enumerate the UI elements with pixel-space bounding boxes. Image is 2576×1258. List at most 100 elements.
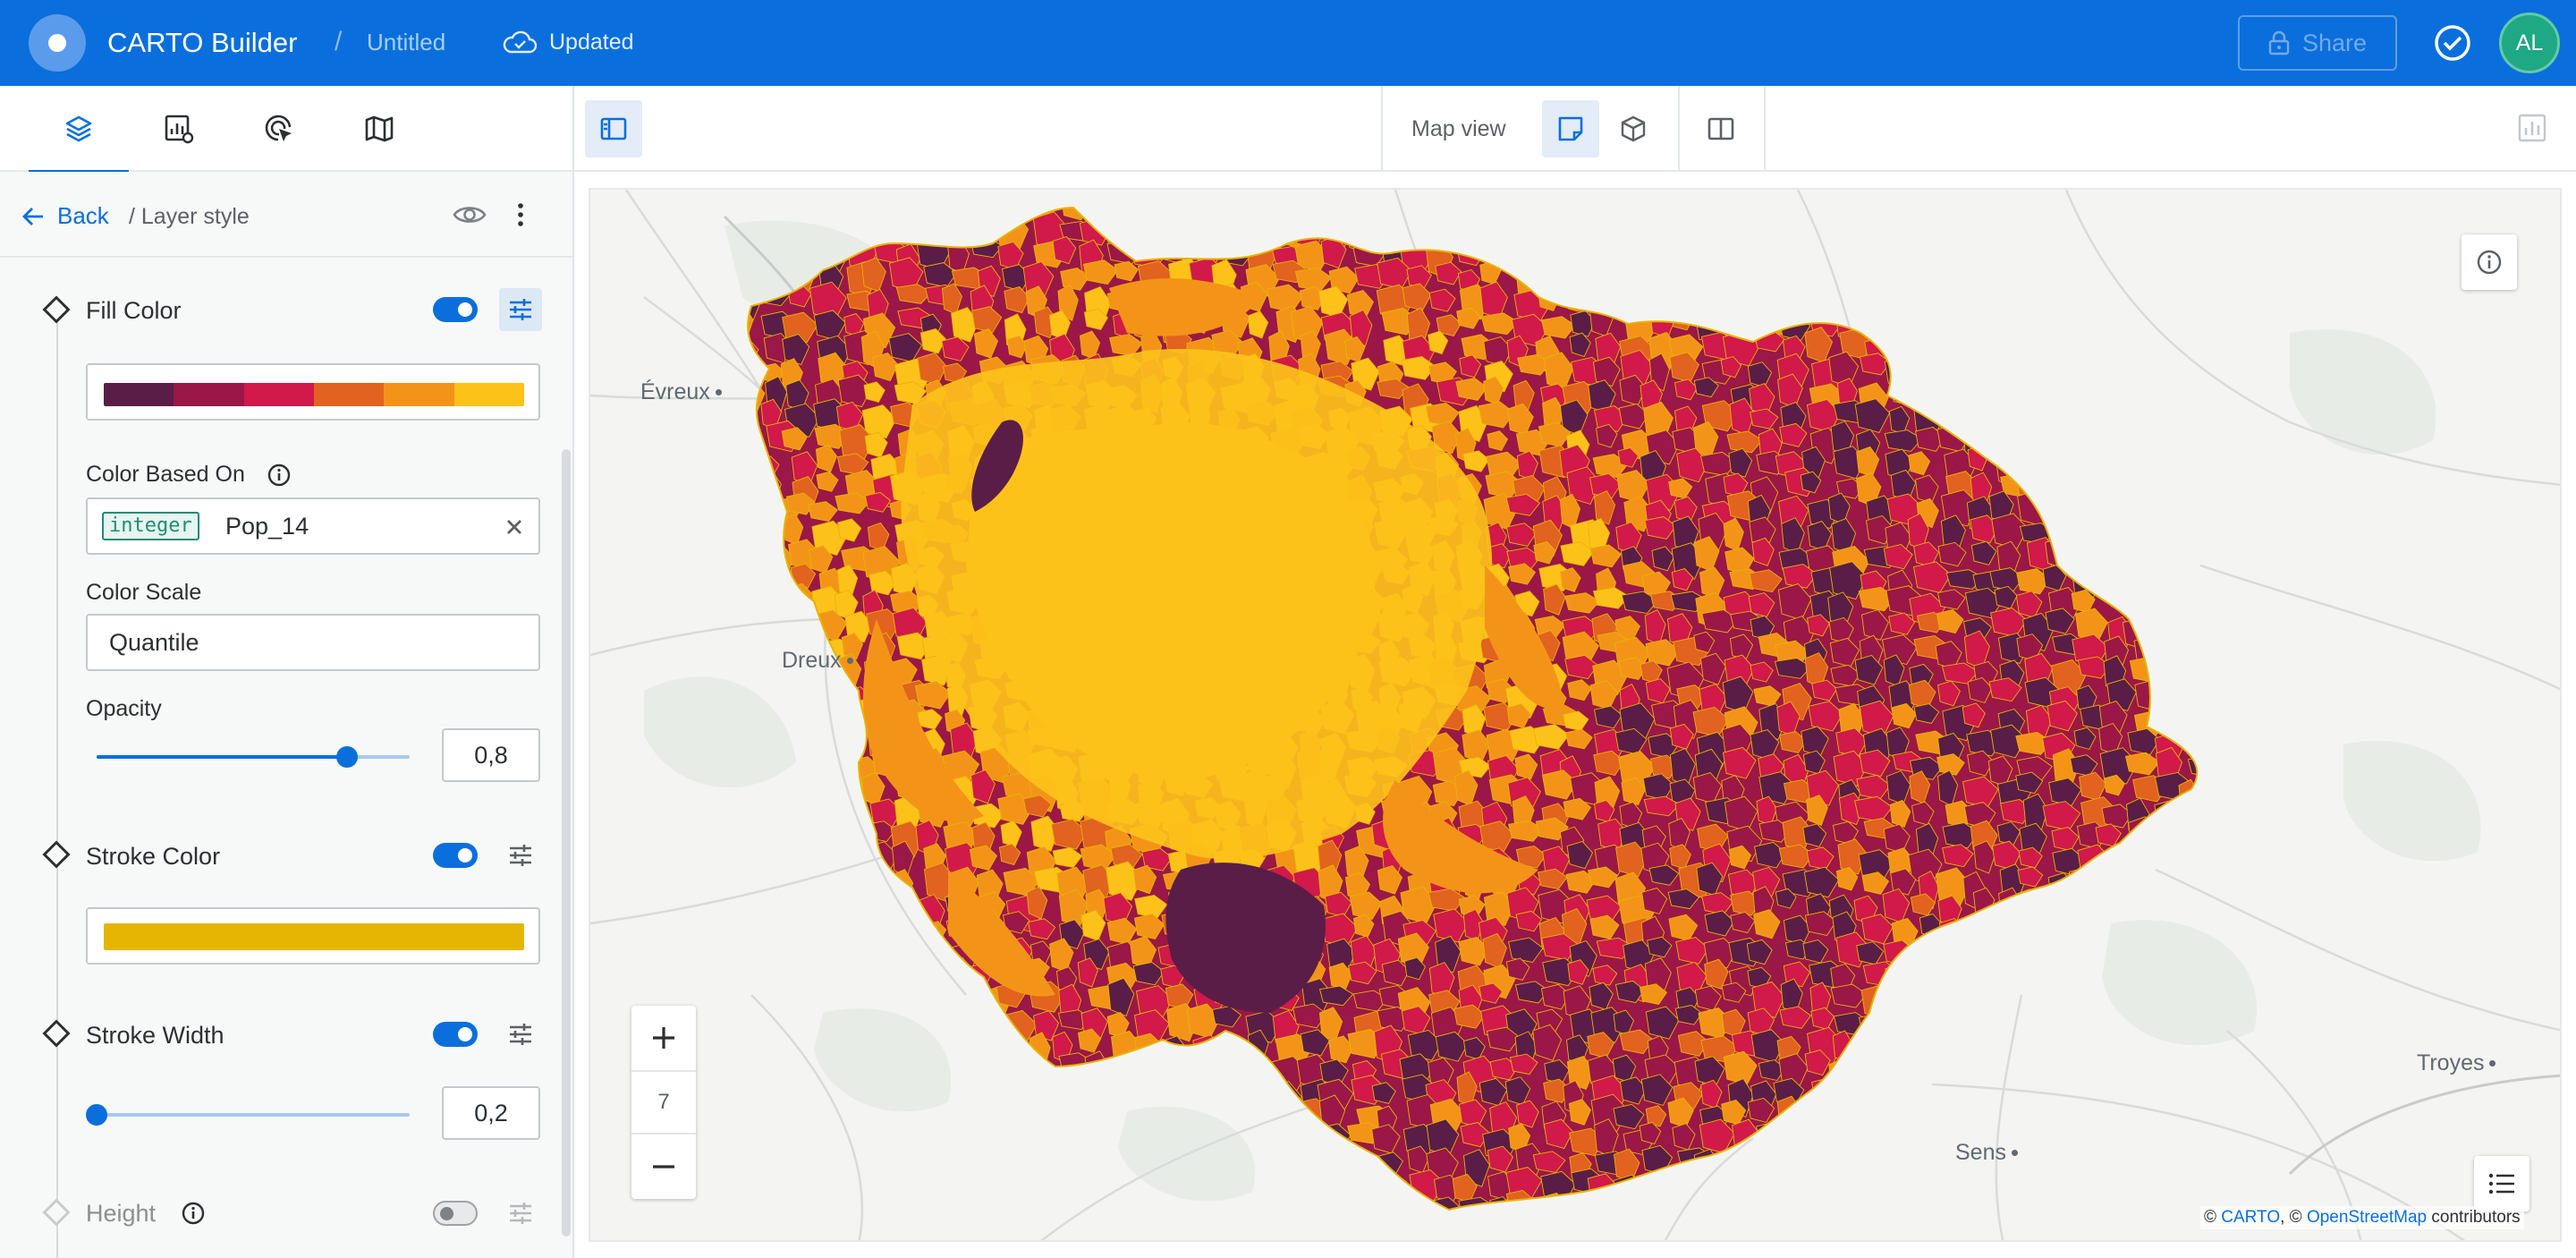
commune-polygon[interactable] bbox=[2175, 1143, 2202, 1171]
commune-polygon[interactable] bbox=[2207, 335, 2237, 370]
commune-polygon[interactable] bbox=[2049, 1151, 2085, 1176]
commune-polygon[interactable] bbox=[2021, 400, 2051, 438]
commune-polygon[interactable] bbox=[1946, 1096, 1985, 1128]
commune-polygon[interactable] bbox=[809, 1170, 838, 1199]
commune-polygon[interactable] bbox=[2047, 499, 2080, 533]
commune-polygon[interactable] bbox=[843, 1144, 878, 1169]
commune-polygon[interactable] bbox=[1915, 290, 1947, 324]
commune-polygon[interactable] bbox=[758, 1217, 784, 1242]
commune-polygon[interactable] bbox=[2159, 684, 2188, 709]
commune-polygon[interactable] bbox=[1988, 334, 2024, 366]
commune-polygon[interactable] bbox=[2207, 587, 2241, 610]
commune-polygon[interactable] bbox=[917, 1214, 939, 1242]
commune-polygon[interactable] bbox=[1967, 290, 1996, 319]
commune-polygon[interactable] bbox=[974, 1125, 1004, 1160]
commune-polygon[interactable] bbox=[735, 1125, 761, 1150]
commune-polygon[interactable] bbox=[2156, 1175, 2193, 1201]
commune-polygon[interactable] bbox=[762, 1028, 791, 1067]
carto-logo-icon[interactable] bbox=[29, 14, 86, 72]
commune-polygon[interactable] bbox=[731, 592, 766, 623]
commune-polygon[interactable] bbox=[1991, 402, 2019, 431]
commune-polygon[interactable] bbox=[1967, 1189, 1995, 1220]
commune-polygon[interactable] bbox=[1004, 196, 1030, 225]
commune-polygon[interactable] bbox=[1970, 234, 2000, 274]
commune-polygon[interactable] bbox=[870, 1124, 910, 1159]
commune-polygon[interactable] bbox=[761, 818, 800, 854]
commune-polygon[interactable] bbox=[1024, 1122, 1055, 1160]
commune-polygon[interactable] bbox=[729, 1102, 764, 1128]
commune-polygon[interactable] bbox=[2178, 1059, 2216, 1086]
zoom-out-button[interactable] bbox=[631, 1135, 696, 1199]
commune-polygon[interactable] bbox=[870, 1188, 905, 1220]
commune-polygon[interactable] bbox=[1623, 286, 1659, 314]
commune-polygon[interactable] bbox=[2050, 517, 2084, 552]
commune-polygon[interactable] bbox=[2132, 244, 2167, 270]
commune-polygon[interactable] bbox=[817, 912, 852, 936]
commune-polygon[interactable] bbox=[2104, 1035, 2126, 1059]
commune-polygon[interactable] bbox=[1719, 263, 1751, 288]
commune-polygon[interactable] bbox=[1996, 378, 2023, 412]
commune-polygon[interactable] bbox=[730, 985, 762, 1011]
commune-polygon[interactable] bbox=[785, 1152, 814, 1186]
commune-polygon[interactable] bbox=[1892, 314, 1917, 344]
commune-polygon[interactable] bbox=[809, 196, 842, 225]
opacity-input[interactable]: 0,8 bbox=[442, 728, 540, 782]
commune-polygon[interactable] bbox=[2070, 377, 2093, 400]
commune-polygon[interactable] bbox=[1809, 1104, 1845, 1144]
commune-polygon[interactable] bbox=[1647, 1171, 1686, 1195]
commune-polygon[interactable] bbox=[2126, 1171, 2160, 1200]
commune-polygon[interactable] bbox=[1720, 310, 1743, 336]
commune-polygon[interactable] bbox=[2158, 398, 2181, 437]
commune-polygon[interactable] bbox=[2155, 243, 2184, 283]
commune-polygon[interactable] bbox=[925, 1197, 953, 1220]
commune-polygon[interactable] bbox=[1754, 214, 1784, 236]
commune-polygon[interactable] bbox=[997, 1125, 1020, 1153]
commune-polygon[interactable] bbox=[1724, 290, 1758, 327]
commune-polygon[interactable] bbox=[1617, 1188, 1647, 1219]
commune-polygon[interactable] bbox=[1238, 1105, 1274, 1127]
commune-polygon[interactable] bbox=[2134, 865, 2157, 904]
commune-polygon[interactable] bbox=[1988, 194, 2017, 215]
commune-polygon[interactable] bbox=[2211, 725, 2247, 761]
commune-polygon[interactable] bbox=[1025, 1073, 1054, 1112]
commune-polygon[interactable] bbox=[2025, 243, 2061, 273]
commune-polygon[interactable] bbox=[739, 1150, 763, 1182]
commune-polygon[interactable] bbox=[1970, 956, 1994, 979]
commune-polygon[interactable] bbox=[2123, 197, 2162, 223]
commune-polygon[interactable] bbox=[2178, 778, 2199, 816]
clear-icon[interactable] bbox=[504, 517, 524, 537]
commune-polygon[interactable] bbox=[1936, 258, 1976, 292]
commune-polygon[interactable] bbox=[2150, 1125, 2177, 1151]
commune-polygon[interactable] bbox=[2155, 1100, 2184, 1137]
commune-polygon[interactable] bbox=[1370, 1194, 1404, 1228]
commune-polygon[interactable] bbox=[835, 964, 862, 990]
commune-polygon[interactable] bbox=[761, 985, 790, 1025]
commune-polygon[interactable] bbox=[2070, 242, 2091, 269]
commune-polygon[interactable] bbox=[863, 939, 901, 973]
commune-polygon[interactable] bbox=[735, 839, 768, 871]
commune-polygon[interactable] bbox=[2150, 353, 2188, 380]
commune-polygon[interactable] bbox=[785, 891, 813, 914]
commune-polygon[interactable] bbox=[1060, 192, 1090, 221]
commune-polygon[interactable] bbox=[1138, 211, 1161, 239]
fill-color-settings-button[interactable] bbox=[499, 288, 542, 331]
commune-polygon[interactable] bbox=[809, 1193, 844, 1224]
commune-polygon[interactable] bbox=[1727, 1217, 1753, 1242]
commune-polygon[interactable] bbox=[919, 1175, 953, 1205]
commune-polygon[interactable] bbox=[1781, 1216, 1801, 1240]
commune-polygon[interactable] bbox=[1837, 1216, 1860, 1242]
commune-polygon[interactable] bbox=[1291, 1148, 1316, 1181]
commune-polygon[interactable] bbox=[1613, 242, 1638, 274]
commune-polygon[interactable] bbox=[836, 939, 869, 964]
commune-polygon[interactable] bbox=[1890, 378, 1922, 407]
fill-palette-selector[interactable] bbox=[86, 363, 540, 421]
commune-polygon[interactable] bbox=[1757, 196, 1785, 225]
commune-polygon[interactable] bbox=[1429, 1224, 1460, 1242]
commune-polygon[interactable] bbox=[1773, 1199, 1799, 1220]
commune-polygon[interactable] bbox=[1757, 284, 1788, 316]
commune-polygon[interactable] bbox=[2047, 1049, 2077, 1077]
commune-polygon[interactable] bbox=[1859, 1215, 1880, 1242]
commune-polygon[interactable] bbox=[2097, 560, 2132, 588]
commune-polygon[interactable] bbox=[1941, 235, 1965, 261]
commune-polygon[interactable] bbox=[1884, 1104, 1922, 1132]
